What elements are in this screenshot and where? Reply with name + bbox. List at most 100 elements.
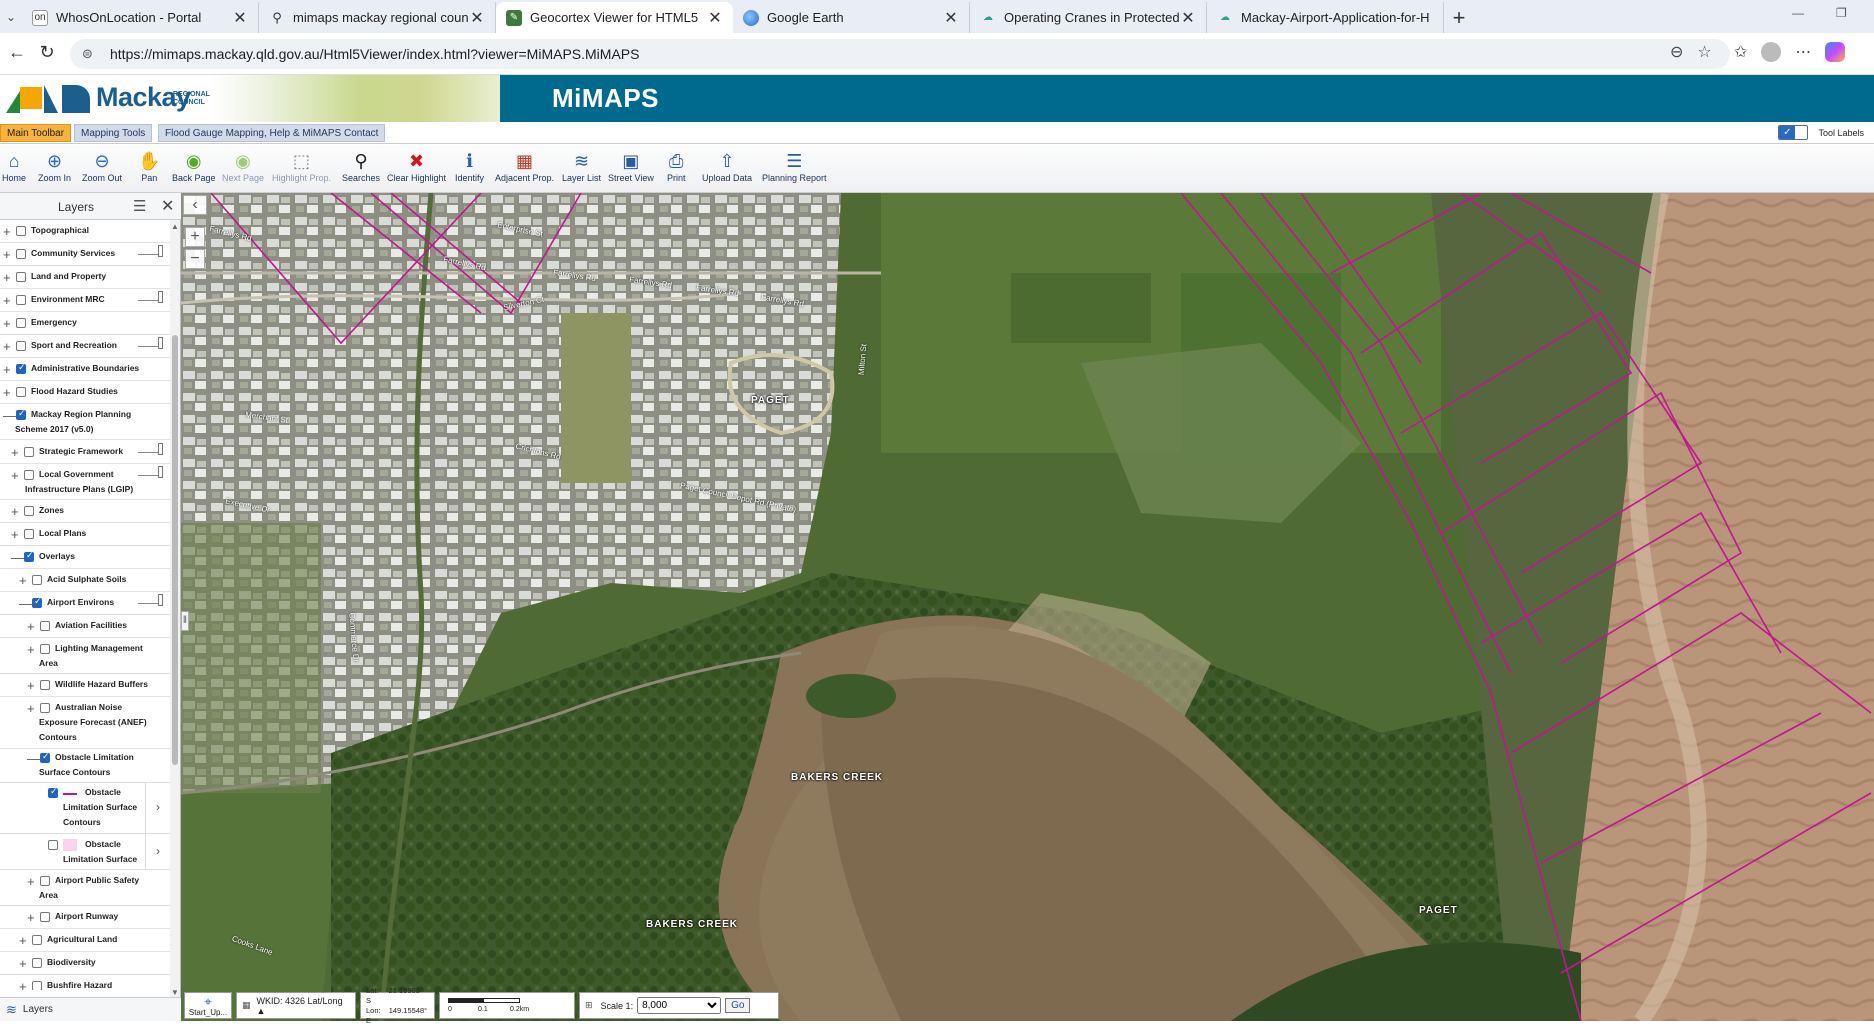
layer-opacity-slider[interactable]	[138, 337, 163, 349]
layer-row[interactable]: Obstacle Limitation Surface Contours ›	[0, 782, 170, 834]
tab-flood-gauge-help[interactable]: Flood Gauge Mapping, Help & MiMAPS Conta…	[158, 124, 386, 142]
expand-plus-icon[interactable]: +	[3, 271, 11, 285]
tool-labels-toggle[interactable]: ✓	[1778, 125, 1809, 140]
layer-visibility-checkbox[interactable]	[32, 935, 42, 945]
layer-row[interactable]: + Topographical	[0, 220, 170, 243]
layer-visibility-checkbox[interactable]	[16, 408, 26, 420]
highlight-prop-button[interactable]: ⬚ Highlight Prop.	[272, 149, 331, 184]
layer-row[interactable]: + Environment MRC	[0, 289, 170, 312]
layer-visibility-checkbox[interactable]	[40, 680, 50, 690]
scale-go-button[interactable]: Go	[725, 998, 751, 1013]
expand-plus-icon[interactable]: +	[11, 469, 19, 483]
panel-menu-icon[interactable]: ☰	[133, 197, 146, 215]
scroll-up-icon[interactable]: ▲	[171, 222, 179, 231]
layer-visibility-checkbox[interactable]	[40, 644, 50, 654]
tab-list-chevron-icon[interactable]: ⌄	[0, 0, 22, 33]
layer-visibility-checkbox[interactable]	[32, 981, 42, 990]
layer-visibility-checkbox[interactable]	[40, 876, 50, 886]
collapse-panel-chevron-icon[interactable]: ‹	[183, 195, 207, 215]
close-icon[interactable]: ✕	[232, 8, 248, 28]
chevron-right-icon[interactable]: ›	[156, 800, 160, 814]
layer-visibility-checkbox[interactable]	[24, 550, 34, 562]
scroll-down-icon[interactable]: ▼	[171, 988, 179, 997]
start-up-bookmark-button[interactable]: ⌖ Start_Up...	[184, 992, 232, 1019]
layer-visibility-checkbox[interactable]	[16, 295, 26, 305]
expand-plus-icon[interactable]: +	[27, 911, 35, 925]
layer-row[interactable]: + Sport and Recreation	[0, 335, 170, 358]
expand-plus-icon[interactable]: +	[3, 294, 11, 308]
layer-row[interactable]: — Airport Environs	[0, 592, 170, 615]
expand-plus-icon[interactable]: +	[3, 248, 11, 262]
layer-row[interactable]: + Community Services	[0, 243, 170, 266]
layer-visibility-checkbox[interactable]	[16, 387, 26, 397]
identify-button[interactable]: ℹ Identify	[455, 149, 484, 184]
close-icon[interactable]: ✕	[469, 8, 485, 28]
expand-plus-icon[interactable]: +	[11, 446, 19, 460]
layer-row[interactable]: — Obstacle Limitation Surface Contours	[0, 747, 170, 783]
scale-select[interactable]: 8,000	[637, 997, 722, 1014]
scrollbar-thumb[interactable]	[172, 335, 178, 765]
map-view[interactable]: PAGET BAKERS CREEK BAKERS CREEK PAGET En…	[181, 193, 1874, 1021]
layer-visibility-checkbox[interactable]	[40, 703, 50, 713]
next-page-button[interactable]: ◉ Next Page	[222, 149, 264, 184]
expand-plus-icon[interactable]: +	[3, 340, 11, 354]
street-view-button[interactable]: ▣ Street View	[608, 149, 654, 184]
layer-visibility-checkbox[interactable]	[16, 341, 26, 351]
layer-visibility-checkbox[interactable]	[24, 470, 34, 480]
layer-row[interactable]: + Bushfire Hazard	[0, 975, 170, 990]
expand-plus-icon[interactable]: +	[3, 317, 11, 331]
browser-tab[interactable]: ☁ Mackay-Airport-Application-for-H	[1207, 2, 1444, 33]
tab-main-toolbar[interactable]: Main Toolbar	[0, 124, 72, 142]
layer-list-scrollbar[interactable]: ▲ ▼	[170, 220, 180, 1000]
profile-avatar-icon[interactable]	[1761, 42, 1782, 62]
layer-visibility-checkbox[interactable]	[40, 751, 50, 763]
layer-opacity-slider[interactable]	[138, 291, 163, 303]
layer-visibility-checkbox[interactable]	[32, 596, 42, 608]
coordinate-system-selector[interactable]: ▦ WKID: 4326 Lat/Long ▲	[236, 992, 356, 1019]
home-button[interactable]: ⌂ Home	[2, 149, 26, 184]
layer-visibility-checkbox[interactable]	[40, 912, 50, 922]
browser-tab[interactable]: ⚲ mimaps mackay regional council -✕	[259, 2, 496, 33]
new-tab-button[interactable]: +	[1444, 2, 1474, 33]
layer-row[interactable]: + Flood Hazard Studies	[0, 381, 170, 404]
copilot-icon[interactable]	[1825, 42, 1846, 62]
close-icon[interactable]: ✕	[161, 196, 174, 216]
adjacent-prop-button[interactable]: ▦ Adjacent Prop.	[495, 149, 554, 184]
layer-row[interactable]: + Airport Runway	[0, 906, 170, 929]
layers-panel-footer[interactable]: ≋ Layers	[0, 997, 181, 1021]
collapse-minus-icon[interactable]: —	[3, 409, 16, 423]
url-field[interactable]: ⊜ https://mimaps.mackay.qld.gov.au/Html5…	[70, 39, 1730, 69]
layer-row[interactable]: + Zones	[0, 500, 170, 523]
planning-report-button[interactable]: ☰ Planning Report	[762, 149, 827, 184]
searches-button[interactable]: ⚲ Searches	[342, 149, 380, 184]
layer-list-button[interactable]: ≋ Layer List	[562, 149, 601, 184]
zoom-in-button[interactable]: +	[185, 227, 205, 247]
layer-opacity-slider[interactable]	[138, 443, 163, 455]
close-icon[interactable]: ✕	[943, 8, 959, 28]
layer-visibility-checkbox[interactable]	[16, 318, 26, 328]
collapse-minus-icon[interactable]: —	[19, 597, 32, 611]
layer-row[interactable]: + Lighting Management Area	[0, 638, 170, 674]
expand-plus-icon[interactable]: +	[27, 620, 35, 634]
zoom-out-button[interactable]: ⊖ Zoom Out	[82, 149, 122, 184]
layer-visibility-checkbox[interactable]	[16, 249, 26, 259]
chevron-right-icon[interactable]: ›	[156, 844, 160, 858]
layer-visibility-checkbox[interactable]	[32, 575, 42, 585]
layer-row[interactable]: + Australian Noise Exposure Forecast (ANEF…	[0, 697, 170, 749]
expand-plus-icon[interactable]: +	[27, 875, 35, 889]
layer-visibility-checkbox[interactable]	[24, 447, 34, 457]
layer-visibility-checkbox[interactable]	[48, 840, 58, 850]
layer-row[interactable]: + Administrative Boundaries	[0, 358, 170, 381]
layer-row[interactable]: + Emergency	[0, 312, 170, 335]
layer-row[interactable]: + Local Government Infrastructure Plans (L…	[0, 464, 170, 500]
layer-visibility-checkbox[interactable]	[48, 786, 58, 798]
layer-row[interactable]: + Agricultural Land	[0, 929, 170, 952]
browser-tab[interactable]: ☁ Operating Cranes in Protected Air ✕	[970, 2, 1207, 33]
expand-plus-icon[interactable]: +	[19, 957, 27, 971]
layer-row[interactable]: + Local Plans	[0, 523, 170, 546]
pan-button[interactable]: ✋ Pan	[138, 149, 160, 184]
layer-row[interactable]: + Airport Public Safety Area	[0, 870, 170, 906]
back-arrow-icon[interactable]: ←	[0, 42, 34, 63]
expand-plus-icon[interactable]: +	[3, 225, 11, 239]
layer-row[interactable]: — Mackay Region Planning Scheme 2017 (v5.0…	[0, 404, 170, 440]
